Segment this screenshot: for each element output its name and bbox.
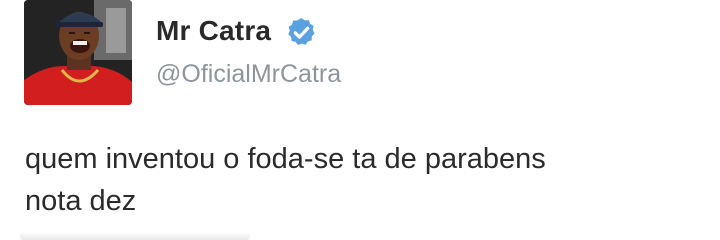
tweet-text-line: quem inventou o foda-se ta de parabens: [25, 143, 546, 175]
profile-photo: [24, 0, 132, 105]
tweet-card: Mr Catra @OficialMrCatra quem inventou o…: [0, 0, 720, 240]
tweet-text-line: nota dez: [25, 185, 137, 217]
display-name[interactable]: Mr Catra: [156, 15, 271, 47]
verified-badge-icon: [285, 16, 318, 49]
avatar[interactable]: [24, 0, 132, 105]
username-handle[interactable]: @OficialMrCatra: [156, 60, 341, 89]
tweet-text: quem inventou o foda-se ta de parabens n…: [25, 138, 705, 222]
cropped-content-edge: [20, 232, 250, 240]
